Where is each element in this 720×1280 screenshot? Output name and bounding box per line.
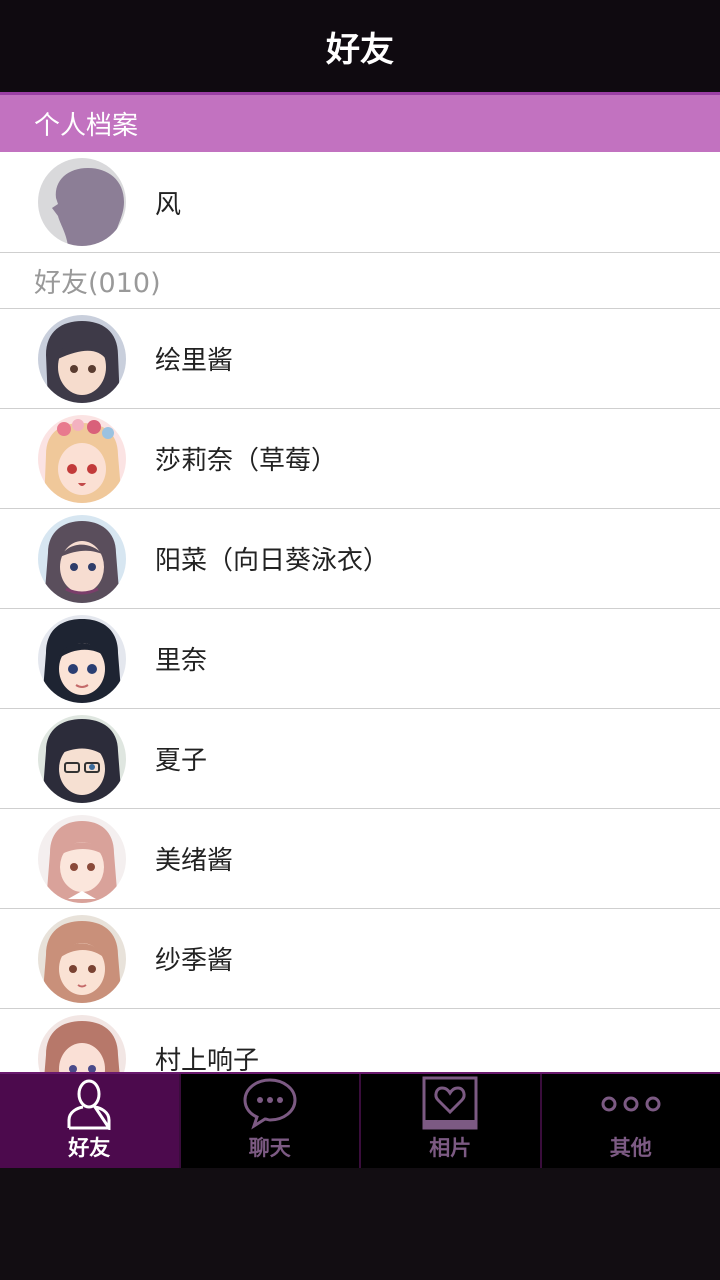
friends-list: 风 好友(010) 绘里酱 莎莉奈（草莓） 阳菜（向日葵泳衣） 里奈 夏子 美绪… <box>0 152 720 1072</box>
friend-row[interactable]: 村上响子 <box>0 1009 720 1072</box>
friends-group-label: 好友(010) <box>0 253 720 309</box>
friend-avatar <box>38 715 126 803</box>
friend-row[interactable]: 阳菜（向日葵泳衣） <box>0 509 720 609</box>
friend-name: 绘里酱 <box>155 346 234 376</box>
silhouette-icon <box>38 158 126 246</box>
friend-row[interactable]: 夏子 <box>0 709 720 809</box>
heart-photo-icon <box>422 1076 478 1130</box>
profile-section-header: 个人档案 <box>0 92 720 152</box>
tab-label: 聊天 <box>248 1136 291 1160</box>
tab-label: 相片 <box>429 1136 472 1160</box>
friend-name: 阳菜（向日葵泳衣） <box>155 546 390 576</box>
friend-name: 夏子 <box>155 746 208 776</box>
profile-avatar <box>38 158 126 246</box>
friend-name: 纱季酱 <box>155 946 234 976</box>
page-title: 好友 <box>0 0 720 92</box>
profile-row[interactable]: 风 <box>0 152 720 253</box>
friend-avatar <box>38 415 126 503</box>
friend-avatar <box>38 315 126 403</box>
tab-label: 其他 <box>609 1136 652 1160</box>
bottom-blank-area <box>0 1168 720 1280</box>
profile-name: 风 <box>155 189 182 220</box>
tab-chat[interactable]: 聊天 <box>180 1074 361 1170</box>
friend-avatar <box>38 915 126 1003</box>
friend-avatar <box>38 815 126 903</box>
friend-avatar <box>38 615 126 703</box>
tab-friends[interactable]: 好友 <box>0 1074 181 1170</box>
more-dots-icon <box>601 1096 661 1112</box>
friend-row[interactable]: 纱季酱 <box>0 909 720 1009</box>
friend-avatar <box>38 515 126 603</box>
friend-row[interactable]: 绘里酱 <box>0 309 720 409</box>
bottom-tab-bar: 好友 聊天 相片 其他 <box>0 1072 720 1170</box>
friend-name: 村上响子 <box>155 1046 260 1072</box>
friend-avatar <box>38 1015 126 1072</box>
tab-photos[interactable]: 相片 <box>361 1074 542 1170</box>
friend-name: 美绪酱 <box>155 846 234 876</box>
tab-label: 好友 <box>68 1136 111 1160</box>
friend-name: 里奈 <box>155 646 208 676</box>
friend-name: 莎莉奈（草莓） <box>155 446 338 476</box>
person-icon <box>67 1079 111 1130</box>
friend-row[interactable]: 莎莉奈（草莓） <box>0 409 720 509</box>
friend-row[interactable]: 美绪酱 <box>0 809 720 909</box>
friend-row[interactable]: 里奈 <box>0 609 720 709</box>
chat-bubble-icon <box>243 1078 297 1130</box>
tab-more[interactable]: 其他 <box>541 1074 720 1170</box>
